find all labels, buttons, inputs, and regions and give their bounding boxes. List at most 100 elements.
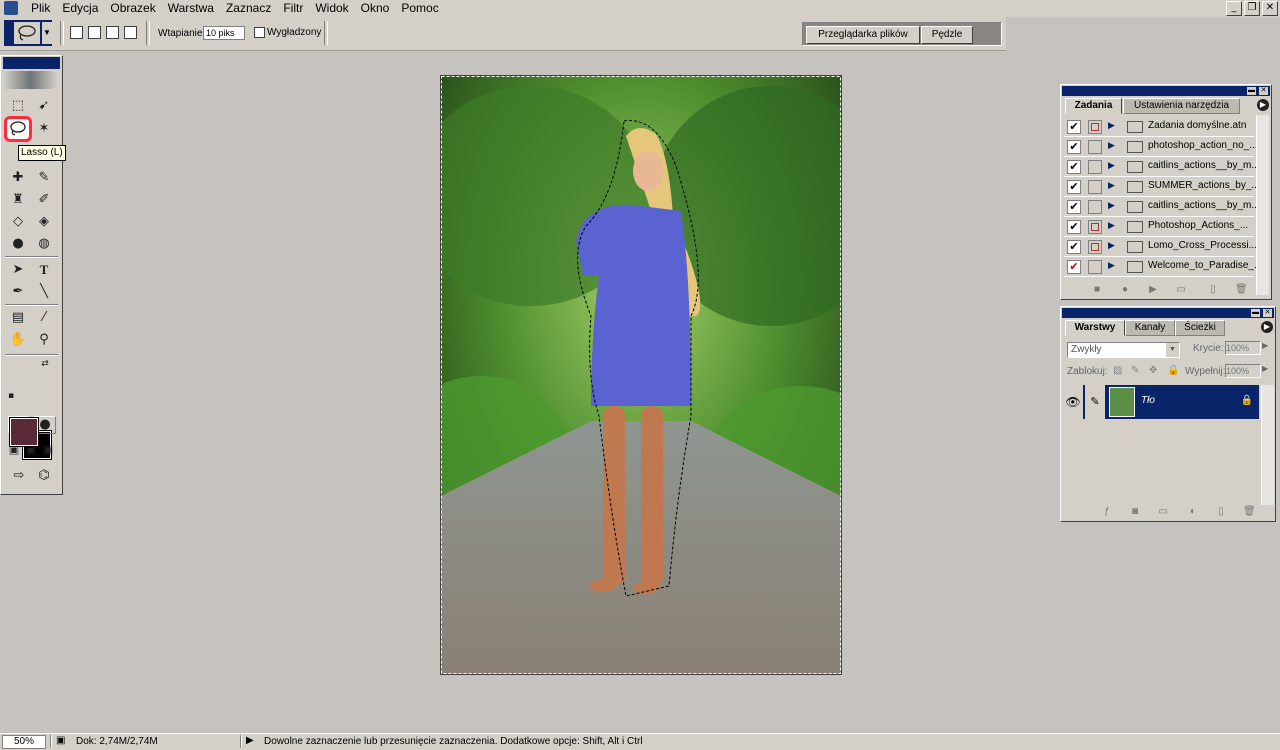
- document-icon[interactable]: ▣: [56, 735, 65, 746]
- new-selection-icon[interactable]: [70, 26, 83, 39]
- dialog-toggle-icon[interactable]: [1088, 200, 1102, 214]
- foreground-color-swatch[interactable]: [9, 417, 39, 447]
- action-set-row[interactable]: ✔ ▶ SUMMER_actions_by_...: [1064, 177, 1256, 197]
- expand-triangle-icon[interactable]: ▶: [1108, 160, 1115, 171]
- action-set-row[interactable]: ✔ ▶ Photoshop_Actions_...: [1064, 217, 1254, 237]
- hand-tool-icon[interactable]: ✋: [7, 330, 29, 350]
- brush-tool-icon[interactable]: ✎: [33, 168, 55, 188]
- add-to-selection-icon[interactable]: [88, 26, 101, 39]
- menu-pomoc[interactable]: Pomoc: [395, 2, 444, 15]
- dialog-toggle-icon[interactable]: [1088, 240, 1102, 254]
- dialog-toggle-icon[interactable]: [1088, 140, 1102, 154]
- blur-tool-icon[interactable]: ●: [7, 234, 29, 254]
- minimize-button[interactable]: _: [1226, 1, 1242, 16]
- feather-input[interactable]: 10 piks: [203, 26, 245, 40]
- trash-icon[interactable]: 🗑: [1243, 507, 1256, 517]
- close-panel-icon[interactable]: ✕: [1263, 309, 1272, 317]
- adjustment-layer-icon[interactable]: ◐: [1187, 507, 1199, 517]
- dialog-toggle-icon[interactable]: [1088, 260, 1102, 274]
- dialog-toggle-icon[interactable]: [1088, 220, 1102, 234]
- lock-position-icon[interactable]: ✥: [1149, 365, 1157, 376]
- stop-icon[interactable]: ■: [1091, 285, 1103, 295]
- check-icon[interactable]: ✔: [1067, 260, 1081, 274]
- panel-menu-icon[interactable]: ▶: [1261, 321, 1273, 333]
- actions-scrollbar[interactable]: [1256, 115, 1269, 295]
- intersect-selection-icon[interactable]: [124, 26, 137, 39]
- tab-brushes[interactable]: Pędzle: [921, 26, 973, 44]
- magic-wand-tool-icon[interactable]: ✶: [33, 119, 55, 139]
- layers-scrollbar[interactable]: [1261, 385, 1274, 505]
- action-set-row[interactable]: ✔ ▶ Zadania domyślne.atn: [1064, 117, 1254, 137]
- new-group-icon[interactable]: ▭: [1157, 507, 1169, 517]
- tab-channels[interactable]: Kanały: [1125, 320, 1175, 336]
- tab-actions[interactable]: Zadania: [1065, 98, 1122, 114]
- subtract-from-selection-icon[interactable]: [106, 26, 119, 39]
- dodge-tool-icon[interactable]: ◍: [33, 234, 55, 254]
- minimize-panel-icon[interactable]: ▬: [1247, 87, 1256, 95]
- dialog-toggle-icon[interactable]: [1088, 180, 1102, 194]
- paint-bucket-tool-icon[interactable]: ◈: [33, 212, 55, 232]
- marquee-tool-icon[interactable]: ⬚: [7, 96, 29, 116]
- full-screen-mode-icon[interactable]: ▣: [40, 442, 56, 458]
- eye-icon[interactable]: 👁: [1063, 385, 1083, 419]
- jump-to-imageready-icon[interactable]: ⇨: [7, 466, 31, 486]
- menu-edycja[interactable]: Edycja: [56, 2, 104, 15]
- restore-button[interactable]: ❐: [1244, 1, 1260, 16]
- check-icon[interactable]: ✔: [1067, 180, 1081, 194]
- healing-brush-tool-icon[interactable]: ✚: [7, 168, 29, 188]
- blend-mode-select[interactable]: Zwykły ▼: [1067, 342, 1180, 358]
- dialog-toggle-icon[interactable]: [1088, 120, 1102, 134]
- chevron-down-icon[interactable]: ▼: [42, 22, 52, 44]
- action-set-row[interactable]: ✔ ▶ Welcome_to_Paradise_...: [1064, 257, 1256, 277]
- swap-colors-icon[interactable]: ⇄: [39, 358, 51, 370]
- zoom-tool-icon[interactable]: ⚲: [33, 330, 55, 350]
- panel-title-bar[interactable]: ▬ ✕: [1062, 308, 1274, 318]
- fill-slider-arrow-icon[interactable]: ▶: [1262, 364, 1268, 373]
- expand-triangle-icon[interactable]: ▶: [1108, 220, 1115, 231]
- expand-triangle-icon[interactable]: ▶: [1108, 240, 1115, 251]
- antialias-checkbox[interactable]: [254, 27, 265, 38]
- menu-zaznacz[interactable]: Zaznacz: [220, 2, 277, 15]
- chevron-down-icon[interactable]: ▼: [1166, 343, 1179, 357]
- close-button[interactable]: ✕: [1262, 1, 1278, 16]
- close-panel-icon[interactable]: ✕: [1259, 87, 1268, 95]
- layer-style-icon[interactable]: ƒ: [1101, 507, 1113, 517]
- minimize-panel-icon[interactable]: ▬: [1251, 309, 1260, 317]
- default-colors-icon[interactable]: ▪: [5, 390, 17, 402]
- menu-filtr[interactable]: Filtr: [277, 2, 309, 15]
- imageready-icon[interactable]: ⌬: [33, 466, 55, 486]
- eyedropper-tool-icon[interactable]: ⁄: [33, 308, 55, 328]
- check-icon[interactable]: ✔: [1067, 120, 1081, 134]
- action-set-row[interactable]: ✔ ▶ caitlins_actions__by_m...: [1064, 157, 1256, 177]
- check-icon[interactable]: ✔: [1067, 220, 1081, 234]
- record-icon[interactable]: ●: [1119, 285, 1131, 295]
- action-set-row[interactable]: ✔ ▶ caitlins_actions__by_m...: [1064, 197, 1256, 217]
- fill-input[interactable]: 100%: [1225, 364, 1261, 378]
- tab-layers[interactable]: Warstwy: [1065, 320, 1125, 336]
- opacity-input[interactable]: 100%: [1225, 341, 1261, 355]
- expand-triangle-icon[interactable]: ▶: [1108, 200, 1115, 211]
- action-set-row[interactable]: ✔ ▶ photoshop_action_no_...: [1064, 137, 1256, 157]
- tab-file-browser[interactable]: Przeglądarka plików: [806, 26, 920, 44]
- panel-title-bar[interactable]: ▬ ✕: [1062, 86, 1270, 96]
- opacity-slider-arrow-icon[interactable]: ▶: [1262, 341, 1268, 350]
- new-action-icon[interactable]: ▯: [1207, 285, 1219, 295]
- expand-triangle-icon[interactable]: ▶: [1108, 180, 1115, 191]
- tool-preset-picker[interactable]: ▼: [4, 20, 52, 46]
- menu-plik[interactable]: Plik: [25, 2, 56, 15]
- play-icon[interactable]: ▶: [1147, 285, 1159, 295]
- add-mask-icon[interactable]: ◙: [1129, 507, 1141, 517]
- clone-stamp-tool-icon[interactable]: ♜: [7, 190, 29, 210]
- toolbox-title-bar[interactable]: [3, 57, 60, 69]
- menu-widok[interactable]: Widok: [309, 2, 354, 15]
- path-selection-tool-icon[interactable]: ➤: [7, 260, 29, 280]
- lasso-tool-icon[interactable]: [4, 116, 32, 142]
- new-set-icon[interactable]: ▭: [1175, 285, 1187, 295]
- photoshop-logo-icon[interactable]: [3, 71, 58, 89]
- trash-icon[interactable]: 🗑: [1235, 285, 1248, 295]
- move-tool-icon[interactable]: ➹: [33, 96, 55, 116]
- check-icon[interactable]: ✔: [1067, 140, 1081, 154]
- new-layer-icon[interactable]: ▯: [1215, 507, 1227, 517]
- menu-obrazek[interactable]: Obrazek: [104, 2, 161, 15]
- lock-transparency-icon[interactable]: ▨: [1113, 365, 1122, 376]
